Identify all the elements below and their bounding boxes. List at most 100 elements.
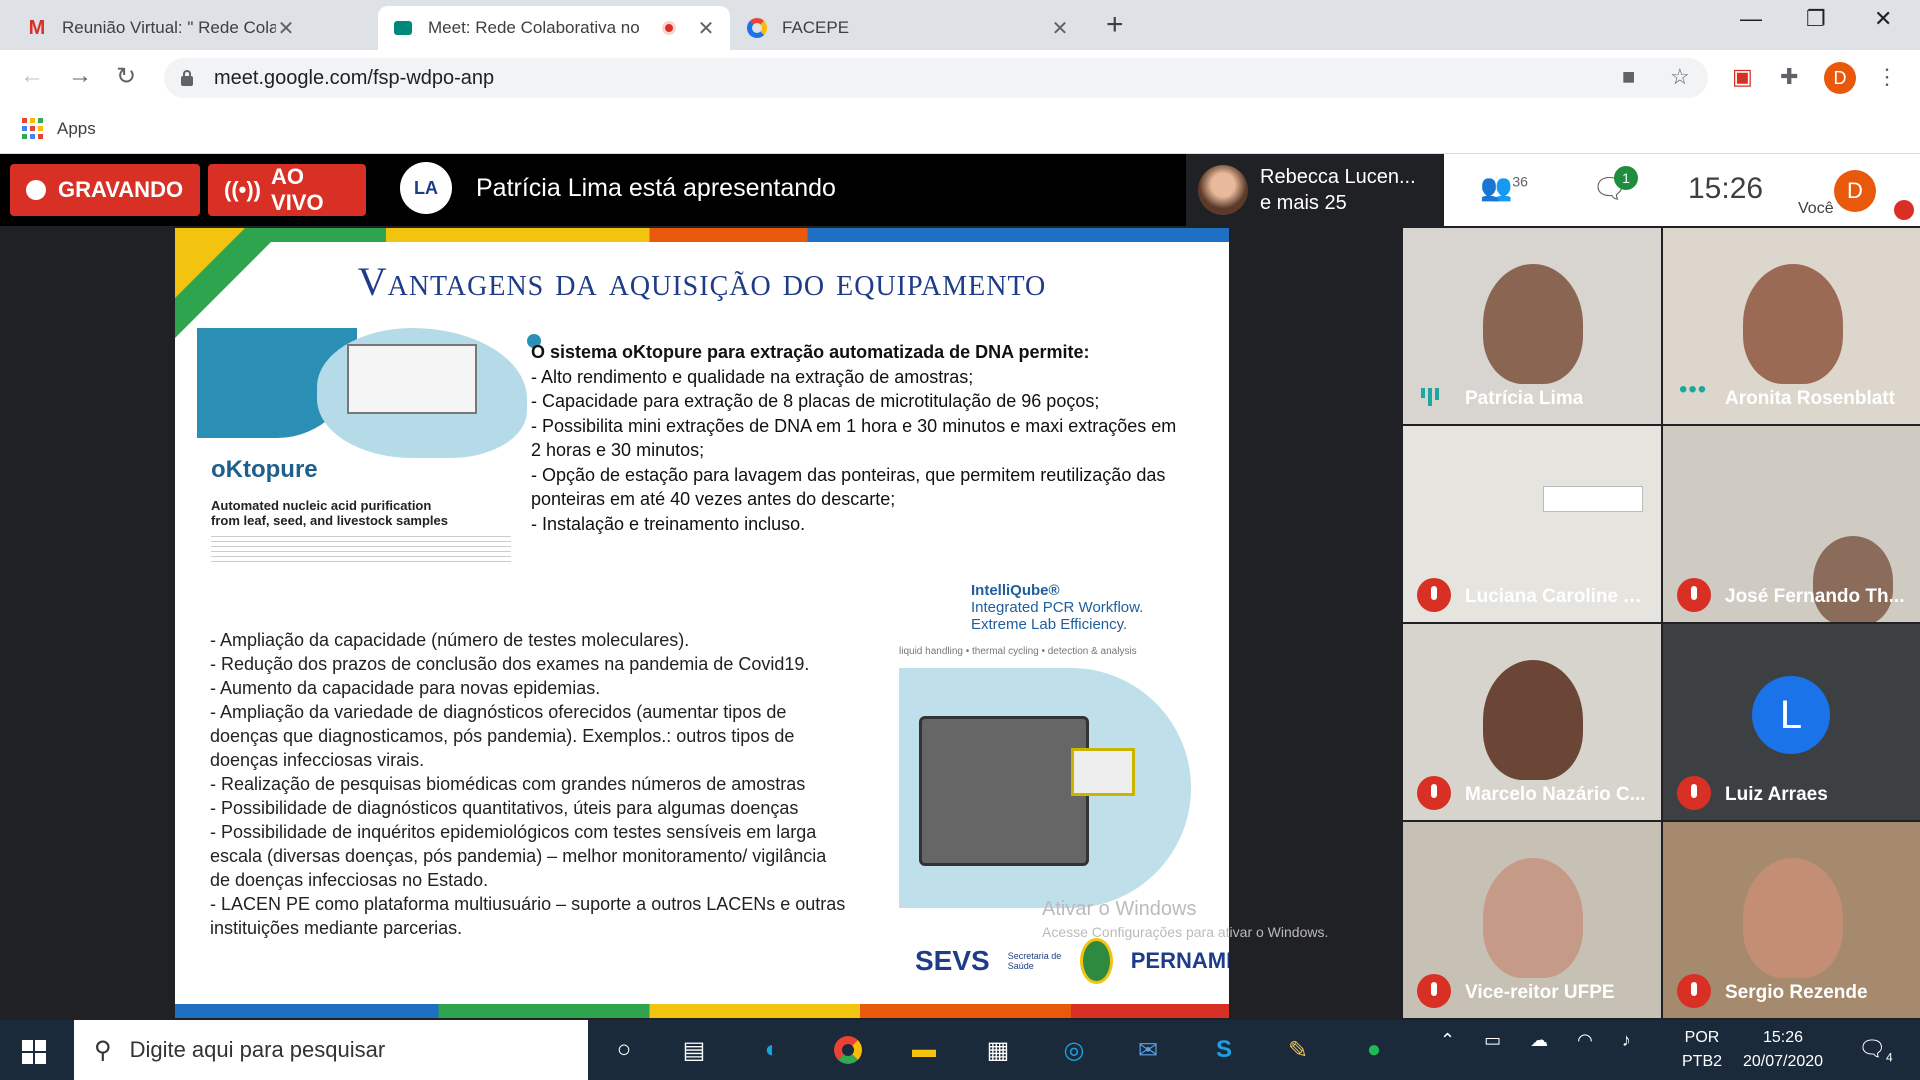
skype-icon[interactable]: S <box>1206 1032 1242 1068</box>
camera-icon[interactable]: ■ <box>1622 64 1635 90</box>
app-icon[interactable]: ◎ <box>1056 1032 1092 1068</box>
participant-tile[interactable]: ••• Aronita Rosenblatt <box>1663 228 1920 424</box>
language-indicator[interactable]: POR PTB2 <box>1682 1026 1722 1074</box>
participant-tile[interactable]: L Luiz Arraes <box>1663 624 1920 820</box>
minimize-button[interactable]: — <box>1740 6 1762 32</box>
spotify-icon[interactable]: ● <box>1356 1032 1392 1068</box>
windows-activation-watermark: Ativar o Windows Acesse Configurações pa… <box>1042 898 1328 943</box>
windows-start-icon[interactable] <box>22 1040 46 1064</box>
participant-tile[interactable]: Sergio Rezende <box>1663 822 1920 1018</box>
file-explorer-icon[interactable]: ▬ <box>906 1032 942 1068</box>
close-window-button[interactable]: ✕ <box>1874 6 1892 32</box>
close-tab-icon[interactable]: ✕ <box>1050 16 1070 41</box>
search-placeholder: Digite aqui para pesquisar <box>129 1037 386 1062</box>
intelliqube-arc-text: liquid handling • thermal cycling • dete… <box>899 646 1137 657</box>
chat-button[interactable]: 🗨 1 <box>1592 166 1638 205</box>
address-bar[interactable]: meet.google.com/fsp-wdpo-anp <box>164 58 1708 98</box>
participant-tile[interactable]: José Fernando Th... <box>1663 426 1920 622</box>
participant-tile[interactable]: Luciana Caroline Al... <box>1403 426 1661 622</box>
tab-facepe[interactable]: FACEPE ✕ <box>732 6 1084 50</box>
mic-off-icon <box>1677 974 1711 1008</box>
participant-tile[interactable]: Patrícia Lima <box>1403 228 1661 424</box>
puzzle-icon[interactable]: ✚ <box>1780 64 1798 90</box>
chrome-icon[interactable] <box>830 1032 866 1068</box>
apps-shortcut[interactable]: Apps <box>22 118 96 139</box>
restore-button[interactable]: ❐ <box>1806 6 1826 32</box>
slide-logos: SEVS Secretaria de Saúde PERNAMBUCO <box>915 938 1229 984</box>
bookmarks-bar: Apps <box>0 106 1920 154</box>
participant-tile[interactable]: Vice-reitor UFPE <box>1403 822 1661 1018</box>
reload-button[interactable]: ↻ <box>116 62 136 91</box>
featured-name: Rebecca Lucen... <box>1260 166 1416 188</box>
chevron-up-icon[interactable]: ⌃ <box>1440 1030 1455 1050</box>
pernambuco-seal <box>1080 938 1113 984</box>
meeting-clock: 15:26 <box>1688 172 1764 205</box>
oktopure-name: oKtopure <box>211 456 318 483</box>
system-description: O sistema oKtopure para extração automat… <box>531 340 1191 536</box>
watermark-title: Ativar o Windows <box>1042 898 1197 920</box>
recording-icon <box>662 21 676 35</box>
participant-name: Sergio Rezende <box>1725 982 1868 1003</box>
chat-badge: 1 <box>1614 166 1638 190</box>
system-item: - Possibilita mini extrações de DNA em 1… <box>531 415 1177 461</box>
tab-title: Reunião Virtual: " Rede Colabora <box>62 18 276 37</box>
oktopure-brochure: oKtopure Automated nucleic acid purifica… <box>197 328 541 568</box>
back-button[interactable]: ← <box>20 62 44 90</box>
new-tab-button[interactable]: + <box>1106 8 1124 42</box>
list-item: - Ampliação da variedade de diagnósticos… <box>210 702 795 770</box>
participant-video <box>1813 536 1893 622</box>
menu-icon[interactable]: ⋮ <box>1876 64 1898 90</box>
featured-participants[interactable]: Rebecca Lucen... e mais 25 <box>1186 154 1444 226</box>
tab-meet[interactable]: Meet: Rede Colaborativa no ✕ <box>378 6 730 50</box>
apps-grid-icon <box>22 118 43 139</box>
task-view-icon[interactable]: ▤ <box>676 1032 712 1068</box>
meet-icon <box>392 17 414 39</box>
notification-icon[interactable]: 🗨4 <box>1858 1036 1893 1064</box>
gmail-icon: M <box>28 16 46 39</box>
battery-icon[interactable]: ▭ <box>1484 1030 1501 1050</box>
meet-top-bar: GRAVANDO ((•)) AO VIVO LA Patrícia Lima … <box>0 154 1920 226</box>
system-item: - Opção de estação para lavagem das pont… <box>531 464 1166 510</box>
lock-icon <box>180 70 194 86</box>
participant-name: José Fernando Th... <box>1725 586 1905 607</box>
list-item: - LACEN PE como plataforma multiusuário … <box>210 894 846 938</box>
windows-taskbar: ⚲ Digite aqui para pesquisar ○ ▤ ◐ ▬ ▦ ◎… <box>0 1020 1920 1080</box>
participant-name: Patrícia Lima <box>1465 388 1584 409</box>
bookmark-star-icon[interactable]: ☆ <box>1670 64 1690 90</box>
intelliqube-screen <box>1071 748 1135 796</box>
self-avatar[interactable]: D <box>1834 170 1876 212</box>
url-text: meet.google.com/fsp-wdpo-anp <box>214 66 495 89</box>
wifi-icon[interactable]: ◠ <box>1577 1030 1593 1050</box>
taskbar-clock[interactable]: 15:26 20/07/2020 <box>1738 1026 1828 1074</box>
audio-active-icon: ••• <box>1679 376 1708 403</box>
avatar: L <box>1752 676 1830 754</box>
forward-button[interactable]: → <box>68 62 92 90</box>
avatar <box>1198 165 1248 215</box>
intelliqube-tagline: Extreme Lab Efficiency. <box>971 616 1128 633</box>
taskbar-search[interactable]: ⚲ Digite aqui para pesquisar <box>74 1020 588 1080</box>
close-tab-icon[interactable]: ✕ <box>696 16 716 41</box>
oktopure-machine-image <box>347 344 477 414</box>
profile-avatar[interactable]: D <box>1824 62 1856 94</box>
store-icon[interactable]: ▦ <box>980 1032 1016 1068</box>
close-tab-icon[interactable]: ✕ <box>276 16 296 41</box>
intelliqube-image: liquid handling • thermal cycling • dete… <box>899 638 1191 908</box>
tab-gmail[interactable]: M Reunião Virtual: " Rede Colabora ✕ <box>12 6 310 50</box>
system-heading: O sistema oKtopure para extração automat… <box>531 342 1090 362</box>
mail-icon[interactable]: ✉ <box>1130 1032 1166 1068</box>
mic-off-icon <box>1677 776 1711 810</box>
people-button[interactable]: 👥36 <box>1480 172 1528 203</box>
onedrive-icon[interactable]: ☁ <box>1530 1030 1548 1050</box>
volume-icon[interactable]: ♪ <box>1622 1030 1631 1050</box>
meet-window: GRAVANDO ((•)) AO VIVO LA Patrícia Lima … <box>0 154 1920 1020</box>
edge-icon[interactable]: ◐ <box>754 1032 790 1068</box>
paint-icon[interactable]: ✎ <box>1280 1032 1316 1068</box>
mic-off-icon <box>1894 200 1914 220</box>
list-item: - Redução dos prazos de conclusão dos ex… <box>210 654 810 674</box>
tab-title: FACEPE <box>782 18 850 37</box>
list-item: - Possibilidade de inquéritos epidemioló… <box>210 822 827 890</box>
extension-icon[interactable]: ▣ <box>1732 64 1753 90</box>
participant-tile[interactable]: Marcelo Nazário C... <box>1403 624 1661 820</box>
cortana-icon[interactable]: ○ <box>606 1032 642 1068</box>
intelliqube-machine <box>919 716 1089 866</box>
